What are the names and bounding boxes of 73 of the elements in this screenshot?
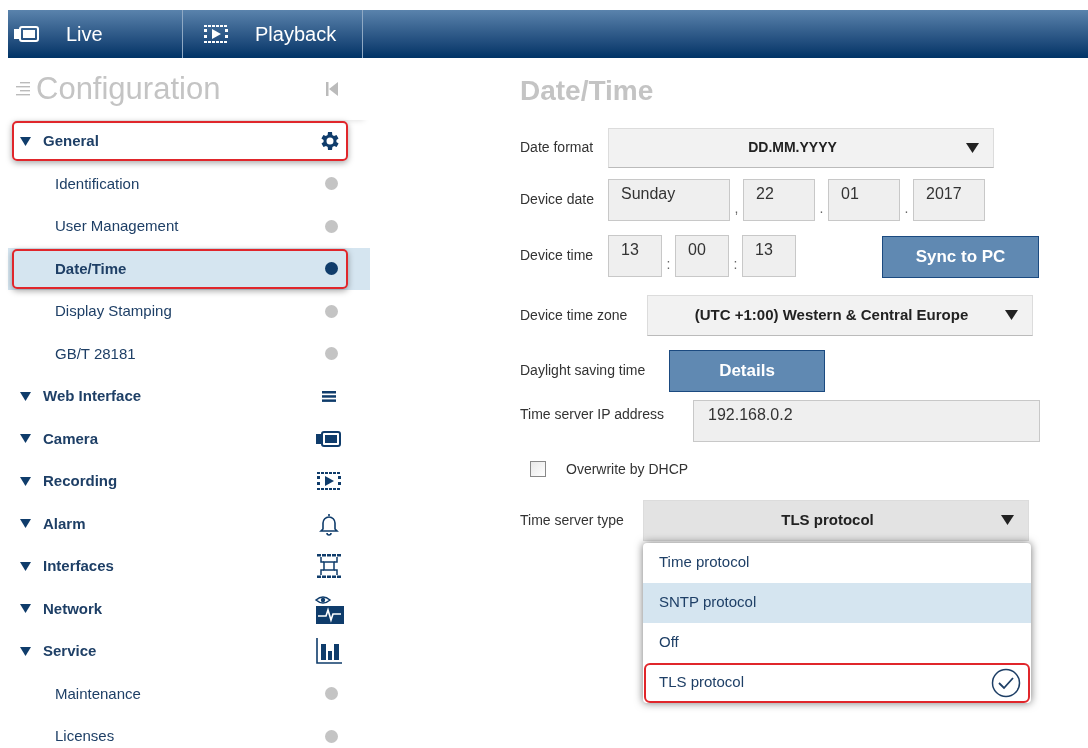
sidebar-title: Configuration: [36, 69, 222, 108]
sidebar-subitem[interactable]: Identification: [8, 162, 370, 205]
caret-icon: [1001, 515, 1014, 525]
sidebar-section[interactable]: Service: [8, 630, 370, 673]
caret-icon: [966, 142, 979, 153]
expand-arrow-icon: [20, 391, 31, 401]
dropdown-option[interactable]: Off: [643, 622, 1031, 663]
field-label: Device time: [520, 246, 595, 265]
checkbox[interactable]: [530, 461, 546, 477]
sidebar-subitem[interactable]: GB/T 28181: [8, 332, 370, 375]
dropdown-option[interactable]: SNTP protocol: [643, 582, 1031, 623]
menu-icon: [322, 390, 336, 402]
field-label: Date format: [520, 138, 595, 157]
details-button[interactable]: Details: [669, 349, 825, 392]
expand-arrow-icon: [20, 476, 31, 486]
expand-arrow-icon: [20, 136, 31, 146]
camera-icon: [14, 26, 40, 42]
field-label: Time server IP address: [520, 405, 665, 424]
sidebar-section[interactable]: Network: [8, 587, 370, 630]
sidebar-section[interactable]: General: [8, 120, 370, 163]
field-label: Device date: [520, 190, 595, 209]
sidebar-section[interactable]: Web Interface: [8, 375, 370, 418]
nav-tab[interactable]: Live: [8, 10, 183, 58]
eye-monitor-icon: [314, 593, 344, 624]
weekday-field[interactable]: Sunday: [608, 179, 730, 221]
field-label: Time server type: [520, 510, 625, 530]
separator: :: [665, 254, 672, 274]
check-icon: [991, 667, 1021, 698]
ip-field[interactable]: 192.168.0.2: [693, 400, 1040, 442]
separator: ,: [733, 198, 740, 218]
camera-icon: [316, 430, 342, 447]
hour-field[interactable]: 13: [608, 235, 662, 277]
dropdown[interactable]: TLS protocol: [643, 499, 1029, 541]
sidebar-section[interactable]: Alarm: [8, 502, 370, 545]
day-field[interactable]: 22: [743, 179, 815, 221]
sidebar-section[interactable]: Camera: [8, 417, 370, 460]
sidebar-subitem[interactable]: User Management: [8, 205, 370, 248]
second-field[interactable]: 13: [742, 235, 796, 277]
page-title: Date/Time: [520, 74, 655, 108]
field-label: Device time zone: [520, 305, 629, 325]
checkbox-label: Overwrite by DHCP: [566, 459, 689, 479]
nav-tab[interactable]: Playback: [183, 10, 363, 58]
minute-field[interactable]: 00: [675, 235, 729, 277]
collapse-icon[interactable]: [326, 81, 338, 97]
sidebar-subitem[interactable]: Display Stamping: [8, 290, 370, 333]
bar-chart-icon: [316, 638, 342, 665]
caret-icon: [1005, 310, 1018, 320]
year-field[interactable]: 2017: [913, 179, 985, 221]
separator: .: [903, 198, 910, 218]
film-play-icon: [203, 25, 229, 43]
sidebar-subitem[interactable]: Licenses: [8, 715, 370, 748]
expand-arrow-icon: [20, 646, 31, 656]
sync-button[interactable]: Sync to PC: [882, 236, 1039, 278]
dropdown-option[interactable]: TLS protocol: [643, 662, 1031, 703]
dropdown-option[interactable]: Time protocol: [643, 542, 1031, 583]
field-label: Daylight saving time: [520, 361, 647, 380]
separator: .: [818, 198, 825, 218]
film-play-icon: [316, 472, 342, 491]
expand-arrow-icon: [20, 604, 31, 614]
expand-arrow-icon: [20, 434, 31, 444]
list-icon: [14, 81, 32, 97]
sidebar-section[interactable]: Recording: [8, 460, 370, 503]
sidebar-subitem[interactable]: Maintenance: [8, 672, 370, 715]
dropdown[interactable]: (UTC +1:00) Western & Central Europe: [647, 294, 1033, 336]
dropdown[interactable]: DD.MM.YYYY: [608, 127, 994, 168]
bell-icon: [319, 511, 339, 536]
expand-arrow-icon: [20, 519, 31, 529]
month-field[interactable]: 01: [828, 179, 900, 221]
circuit-icon: [317, 554, 341, 579]
separator: :: [732, 254, 739, 274]
sidebar-subitem[interactable]: Date/Time: [8, 247, 370, 290]
sidebar-section[interactable]: Interfaces: [8, 545, 370, 588]
expand-arrow-icon: [20, 561, 31, 571]
